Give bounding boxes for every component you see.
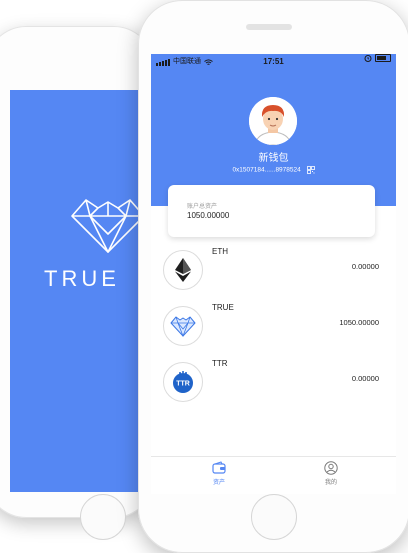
token-amount: 1050.00000 bbox=[339, 318, 379, 327]
diamond-heart-icon bbox=[163, 306, 203, 346]
wallet-phone: 中国联通 17:51 新钱包 0x1507184......8978524 账户… bbox=[138, 0, 408, 553]
tab-mine[interactable]: 我的 bbox=[311, 461, 351, 486]
app-screen: 中国联通 17:51 新钱包 0x1507184......8978524 账户… bbox=[151, 54, 396, 494]
avatar-portrait-icon bbox=[249, 97, 297, 145]
user-icon bbox=[324, 461, 338, 475]
wallet-header: 中国联通 17:51 新钱包 0x1507184......8978524 bbox=[151, 54, 396, 206]
avatar[interactable] bbox=[249, 97, 297, 145]
wallet-address: 0x1507184......8978524 bbox=[232, 166, 301, 174]
tab-assets[interactable]: 资产 bbox=[199, 461, 239, 486]
total-assets-value: 1050.00000 bbox=[187, 211, 230, 220]
qr-code-icon[interactable] bbox=[306, 166, 315, 174]
splash-brand-text: TRUE bbox=[44, 266, 120, 291]
wallet-name[interactable]: 新钱包 bbox=[151, 149, 396, 164]
svg-text:TTR: TTR bbox=[176, 381, 190, 388]
token-amount: 0.00000 bbox=[351, 374, 379, 383]
status-time: 17:51 bbox=[263, 57, 284, 66]
status-bar: 中国联通 17:51 bbox=[151, 54, 396, 70]
battery-icon bbox=[375, 54, 391, 62]
token-amount: 0.00000 bbox=[351, 262, 379, 271]
tab-label: 资产 bbox=[212, 480, 225, 486]
alarm-icon bbox=[364, 55, 372, 62]
bottom-tab-bar: 资产 我的 bbox=[151, 456, 396, 494]
token-symbol: TTR bbox=[212, 359, 228, 368]
total-assets-card: 账户总资产 1050.00000 bbox=[168, 185, 375, 237]
token-symbol: TRUE bbox=[212, 303, 234, 312]
ethereum-icon bbox=[163, 250, 203, 290]
splash-phone: TRUE bbox=[0, 26, 154, 540]
ttr-coin-icon: TTR bbox=[163, 362, 203, 402]
home-button[interactable] bbox=[80, 494, 126, 540]
tab-label: 我的 bbox=[324, 480, 337, 486]
token-row-true[interactable]: TRUE 1050.00000 bbox=[151, 303, 396, 358]
total-assets-label: 账户总资产 bbox=[187, 204, 218, 210]
token-row-ttr[interactable]: TTR TTR 0.00000 bbox=[151, 359, 396, 414]
diamond-heart-icon bbox=[71, 199, 145, 253]
token-row-eth[interactable]: ETH 0.00000 bbox=[151, 247, 396, 302]
token-symbol: ETH bbox=[212, 247, 228, 256]
wallet-address-row: 0x1507184......8978524 bbox=[151, 166, 396, 174]
home-button[interactable] bbox=[251, 494, 297, 540]
wallet-icon bbox=[212, 461, 226, 474]
speaker-grille bbox=[246, 24, 292, 30]
splash-screen: TRUE bbox=[10, 90, 154, 492]
